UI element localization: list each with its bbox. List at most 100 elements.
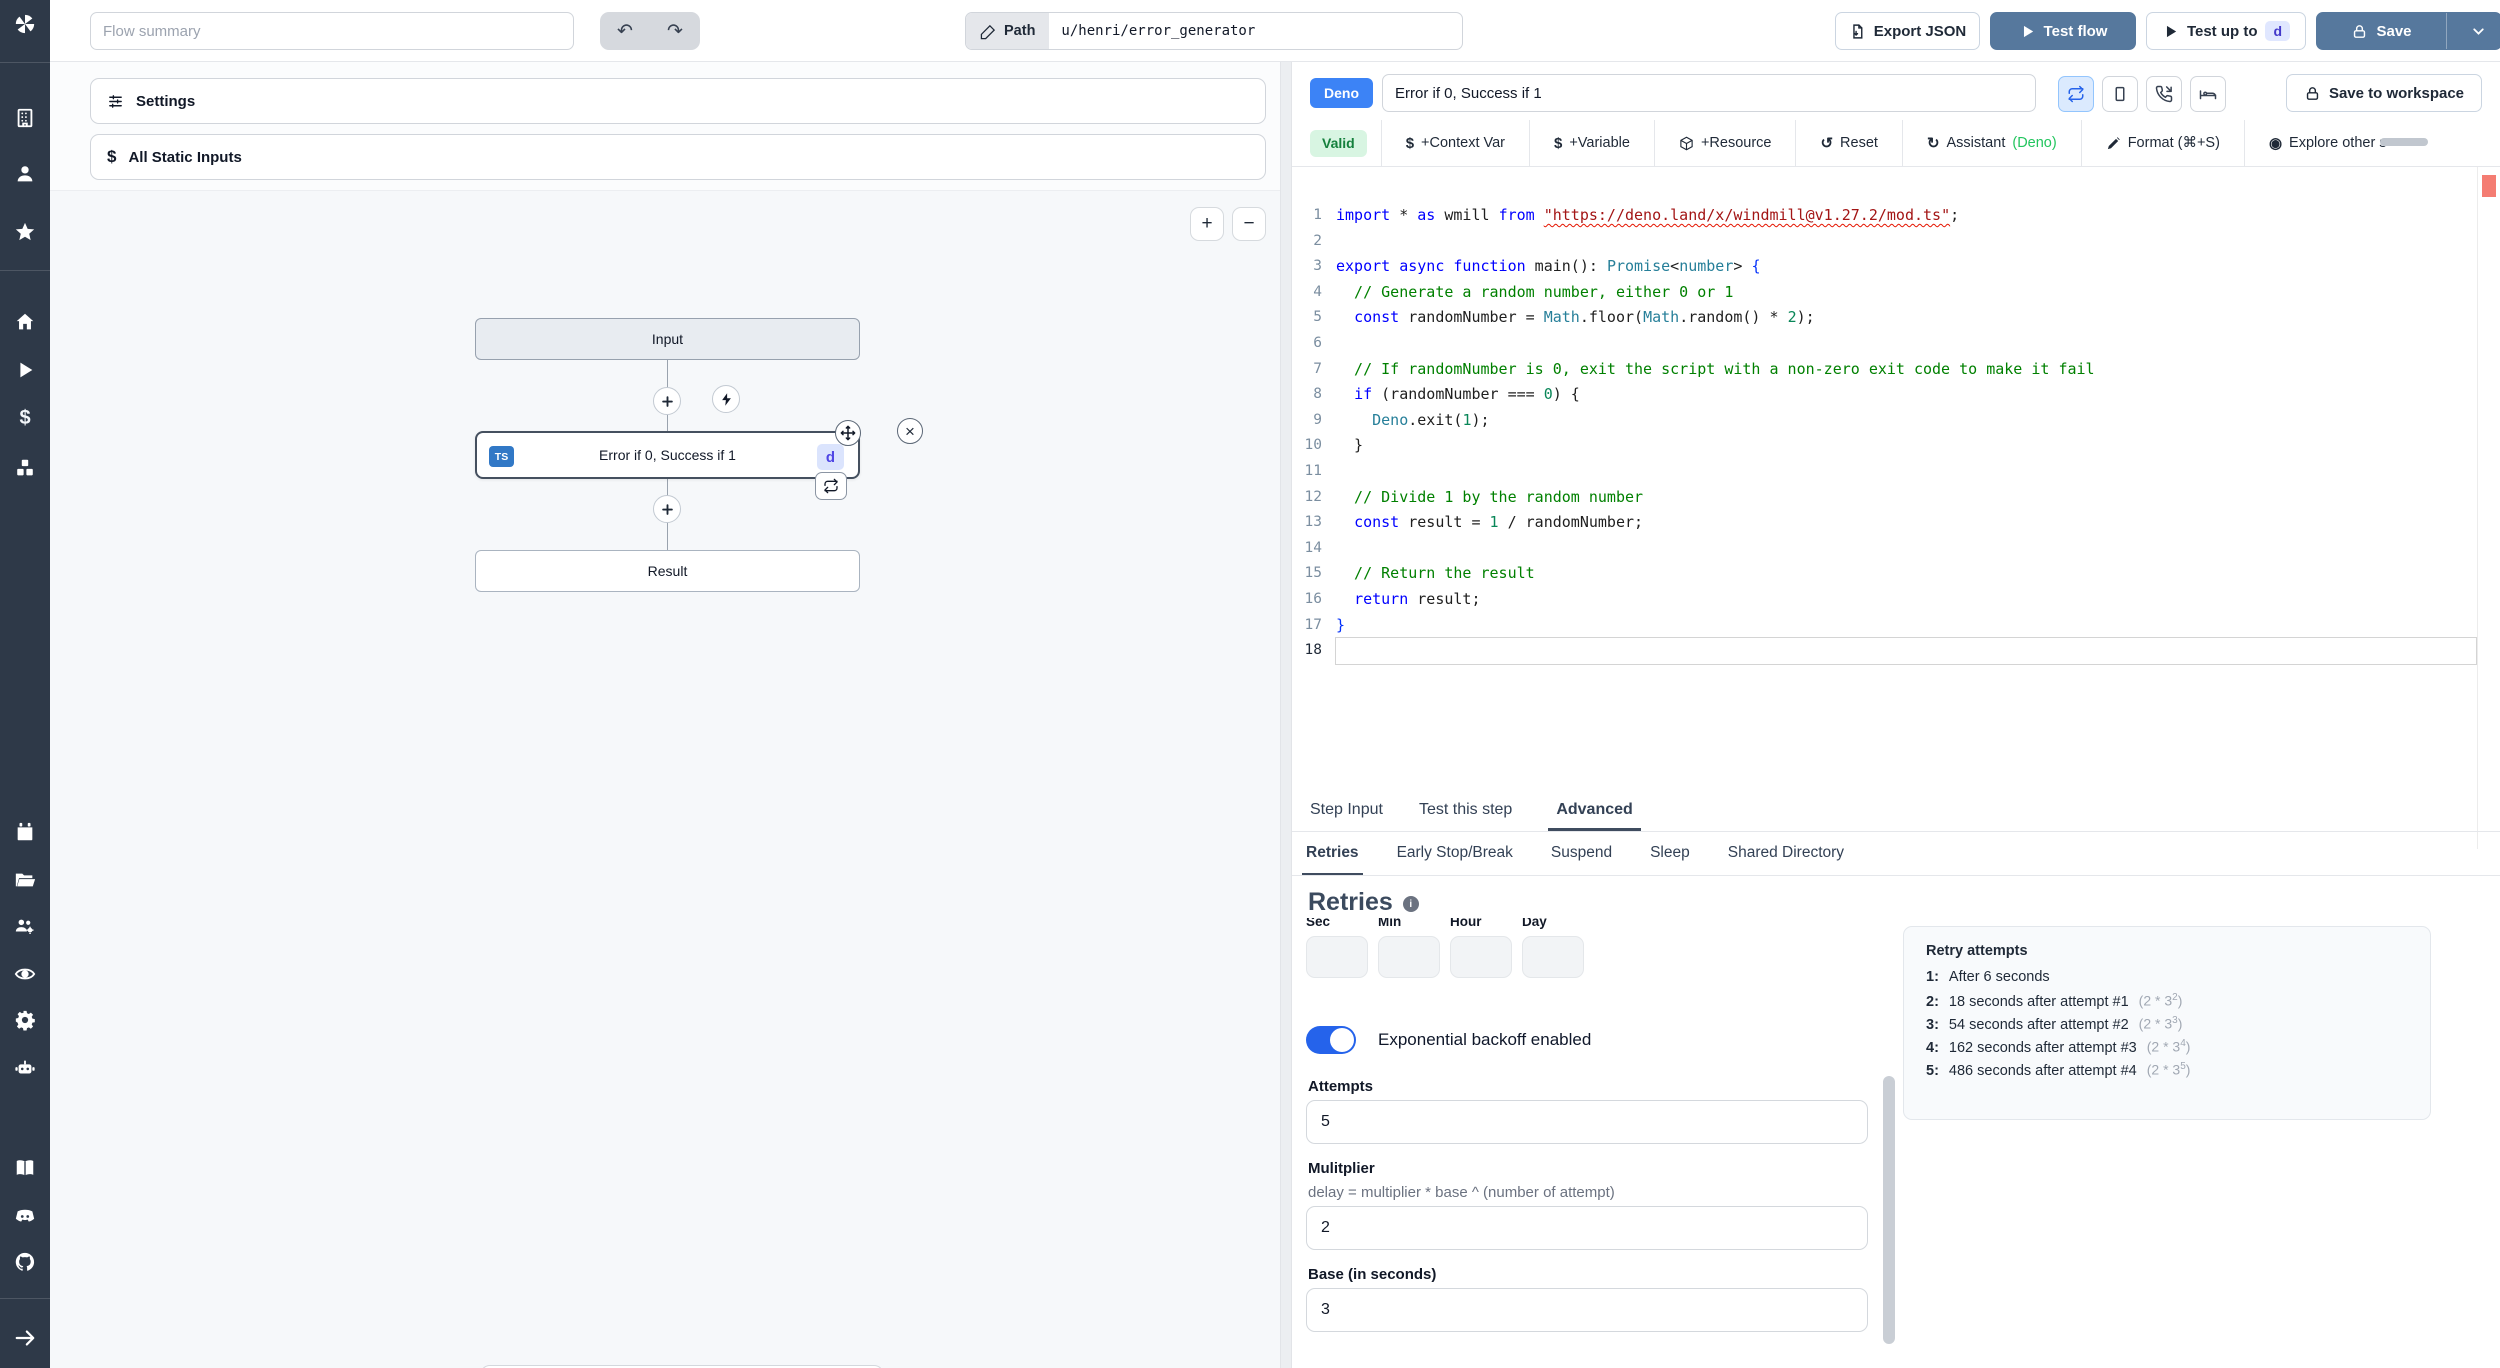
suspend-icon-button[interactable] — [2146, 76, 2182, 112]
delete-step-button[interactable]: × — [897, 418, 923, 444]
code-line[interactable]: } — [1336, 433, 2476, 459]
test-flow-button[interactable]: Test flow — [1990, 12, 2136, 50]
export-json-button[interactable]: Export JSON — [1835, 12, 1980, 50]
toolbar-item[interactable]: ↺ Reset — [1795, 120, 1901, 166]
schedules-calendar-icon[interactable] — [13, 820, 37, 844]
move-step-button[interactable] — [835, 420, 861, 446]
code-line[interactable] — [1336, 459, 2476, 485]
code-line[interactable]: const randomNumber = Math.floor(Math.ran… — [1336, 305, 2476, 331]
add-trigger-button[interactable] — [712, 385, 740, 413]
flow-settings-card[interactable]: Settings — [90, 78, 1266, 124]
multiplier-input[interactable] — [1306, 1206, 1868, 1250]
base-input[interactable] — [1306, 1288, 1868, 1332]
code-line[interactable]: if (randomNumber === 0) { — [1336, 382, 2476, 408]
hour-input[interactable] — [1450, 936, 1512, 978]
settings-gear-icon[interactable] — [13, 1008, 37, 1032]
line-number: 6 — [1313, 334, 1322, 351]
tab-advanced[interactable]: Advanced — [1548, 788, 1641, 831]
save-dropdown-button[interactable] — [2455, 13, 2500, 49]
add-step-button[interactable] — [653, 387, 681, 415]
day-input[interactable] — [1522, 936, 1584, 978]
expand-arrow-right-icon[interactable] — [13, 1326, 37, 1350]
test-up-to-button[interactable]: Test up to d — [2146, 12, 2306, 50]
code-line[interactable]: } — [1336, 613, 2476, 639]
toolbar-item[interactable]: $ +Context Var — [1380, 120, 1529, 166]
home-icon[interactable] — [13, 310, 37, 334]
code-content[interactable]: import * as wmill from "https://deno.lan… — [1335, 203, 2477, 665]
audit-eye-icon[interactable] — [13, 962, 37, 986]
code-line[interactable] — [1336, 229, 2476, 255]
code-line[interactable]: import * as wmill from "https://deno.lan… — [1336, 203, 2476, 229]
code-line[interactable] — [1335, 637, 2477, 665]
undo-button[interactable]: ↶ — [600, 12, 650, 50]
retries-icon-button[interactable] — [2058, 76, 2094, 112]
flow-summary-input[interactable] — [90, 12, 574, 50]
line-number: 7 — [1313, 360, 1322, 377]
code-line[interactable]: const result = 1 / randomNumber; — [1336, 510, 2476, 536]
code-line[interactable] — [1336, 331, 2476, 357]
code-line[interactable]: // Generate a random number, either 0 or… — [1336, 280, 2476, 306]
sleep-icon-button[interactable] — [2190, 76, 2226, 112]
variables-dollar-icon[interactable]: $ — [13, 406, 37, 430]
tab-test-this-step[interactable]: Test this step — [1419, 788, 1512, 831]
undo-redo-group: ↶ ↷ — [600, 12, 700, 50]
early-stop-icon-button[interactable] — [2102, 76, 2138, 112]
all-static-inputs-card[interactable]: $ All Static Inputs — [90, 134, 1266, 180]
retry-indicator-chip[interactable] — [815, 472, 847, 500]
save-button[interactable]: Save — [2317, 13, 2447, 49]
runs-play-icon[interactable] — [13, 358, 37, 382]
docs-book-icon[interactable] — [13, 1156, 37, 1180]
repeat-icon — [824, 478, 838, 494]
zoom-in-button[interactable]: + — [1190, 207, 1224, 241]
add-step-button[interactable] — [653, 495, 681, 523]
workers-robot-icon[interactable] — [13, 1056, 37, 1080]
attempts-input[interactable] — [1306, 1100, 1868, 1144]
redo-button[interactable]: ↷ — [650, 12, 700, 50]
flow-canvas[interactable]: + − Input TS Error if 0, Success if 1 d — [50, 190, 1280, 1368]
tab-step-input[interactable]: Step Input — [1310, 788, 1383, 831]
code-line[interactable]: // Return the result — [1336, 561, 2476, 587]
save-to-workspace-button[interactable]: Save to workspace — [2286, 74, 2482, 112]
groups-users-gear-icon[interactable] — [13, 914, 37, 938]
code-line[interactable]: // Divide 1 by the random number — [1336, 485, 2476, 511]
path-chip[interactable]: Path u/henri/error_generator — [965, 12, 1463, 50]
subtab-early-stop-break[interactable]: Early Stop/Break — [1393, 832, 1517, 875]
rail-divider — [0, 1298, 50, 1299]
backoff-row: Exponential backoff enabled — [1306, 1026, 1591, 1054]
subtab-sleep[interactable]: Sleep — [1646, 832, 1694, 875]
code-line[interactable]: export async function main(): Promise<nu… — [1336, 254, 2476, 280]
toolbar-item[interactable]: Format (⌘+S) — [2080, 120, 2244, 166]
code-line[interactable] — [1336, 536, 2476, 562]
toolbar-item[interactable]: $ +Variable — [1529, 120, 1654, 166]
info-icon[interactable]: i — [1402, 896, 1419, 912]
min-input[interactable] — [1378, 936, 1440, 978]
result-node[interactable]: Result — [475, 550, 860, 592]
favorites-star-icon[interactable] — [13, 220, 37, 244]
subtab-retries[interactable]: Retries — [1302, 832, 1363, 875]
sec-input[interactable] — [1306, 936, 1368, 978]
code-editor[interactable]: 1 2 3 4 5 6 7 8 9 10 11 12 13 14 15 16 17 18 import * as … — [1292, 167, 2500, 849]
subtab-shared-directory[interactable]: Shared Directory — [1724, 832, 1848, 875]
resources-cubes-icon[interactable] — [13, 456, 37, 480]
input-node[interactable]: Input — [475, 318, 860, 360]
toolbar-item[interactable]: ↻ Assistant (Deno) — [1901, 120, 2081, 166]
step-title-input[interactable] — [1382, 74, 2036, 112]
vertical-scrollbar[interactable] — [1883, 1076, 1895, 1344]
toolbar-item[interactable]: +Resource — [1653, 120, 1796, 166]
folders-icon[interactable] — [13, 868, 37, 892]
subtab-suspend[interactable]: Suspend — [1547, 832, 1616, 875]
toolbar-scrollbar[interactable] — [2380, 138, 2428, 146]
code-line[interactable]: Deno.exit(1); — [1336, 408, 2476, 434]
user-icon[interactable] — [13, 162, 37, 186]
github-icon[interactable] — [13, 1250, 37, 1274]
code-line[interactable]: // If randomNumber is 0, exit the script… — [1336, 357, 2476, 383]
code-line[interactable]: return result; — [1336, 587, 2476, 613]
workspace-building-icon[interactable] — [13, 106, 37, 130]
step-node-selected[interactable]: TS Error if 0, Success if 1 d × — [475, 418, 923, 500]
panel-splitter[interactable] — [1280, 62, 1292, 1368]
discord-icon[interactable] — [13, 1204, 37, 1228]
zoom-out-button[interactable]: − — [1232, 207, 1266, 241]
pen-icon — [2106, 136, 2121, 151]
windmill-logo-icon[interactable] — [13, 12, 37, 36]
exponential-backoff-toggle[interactable] — [1306, 1026, 1356, 1054]
